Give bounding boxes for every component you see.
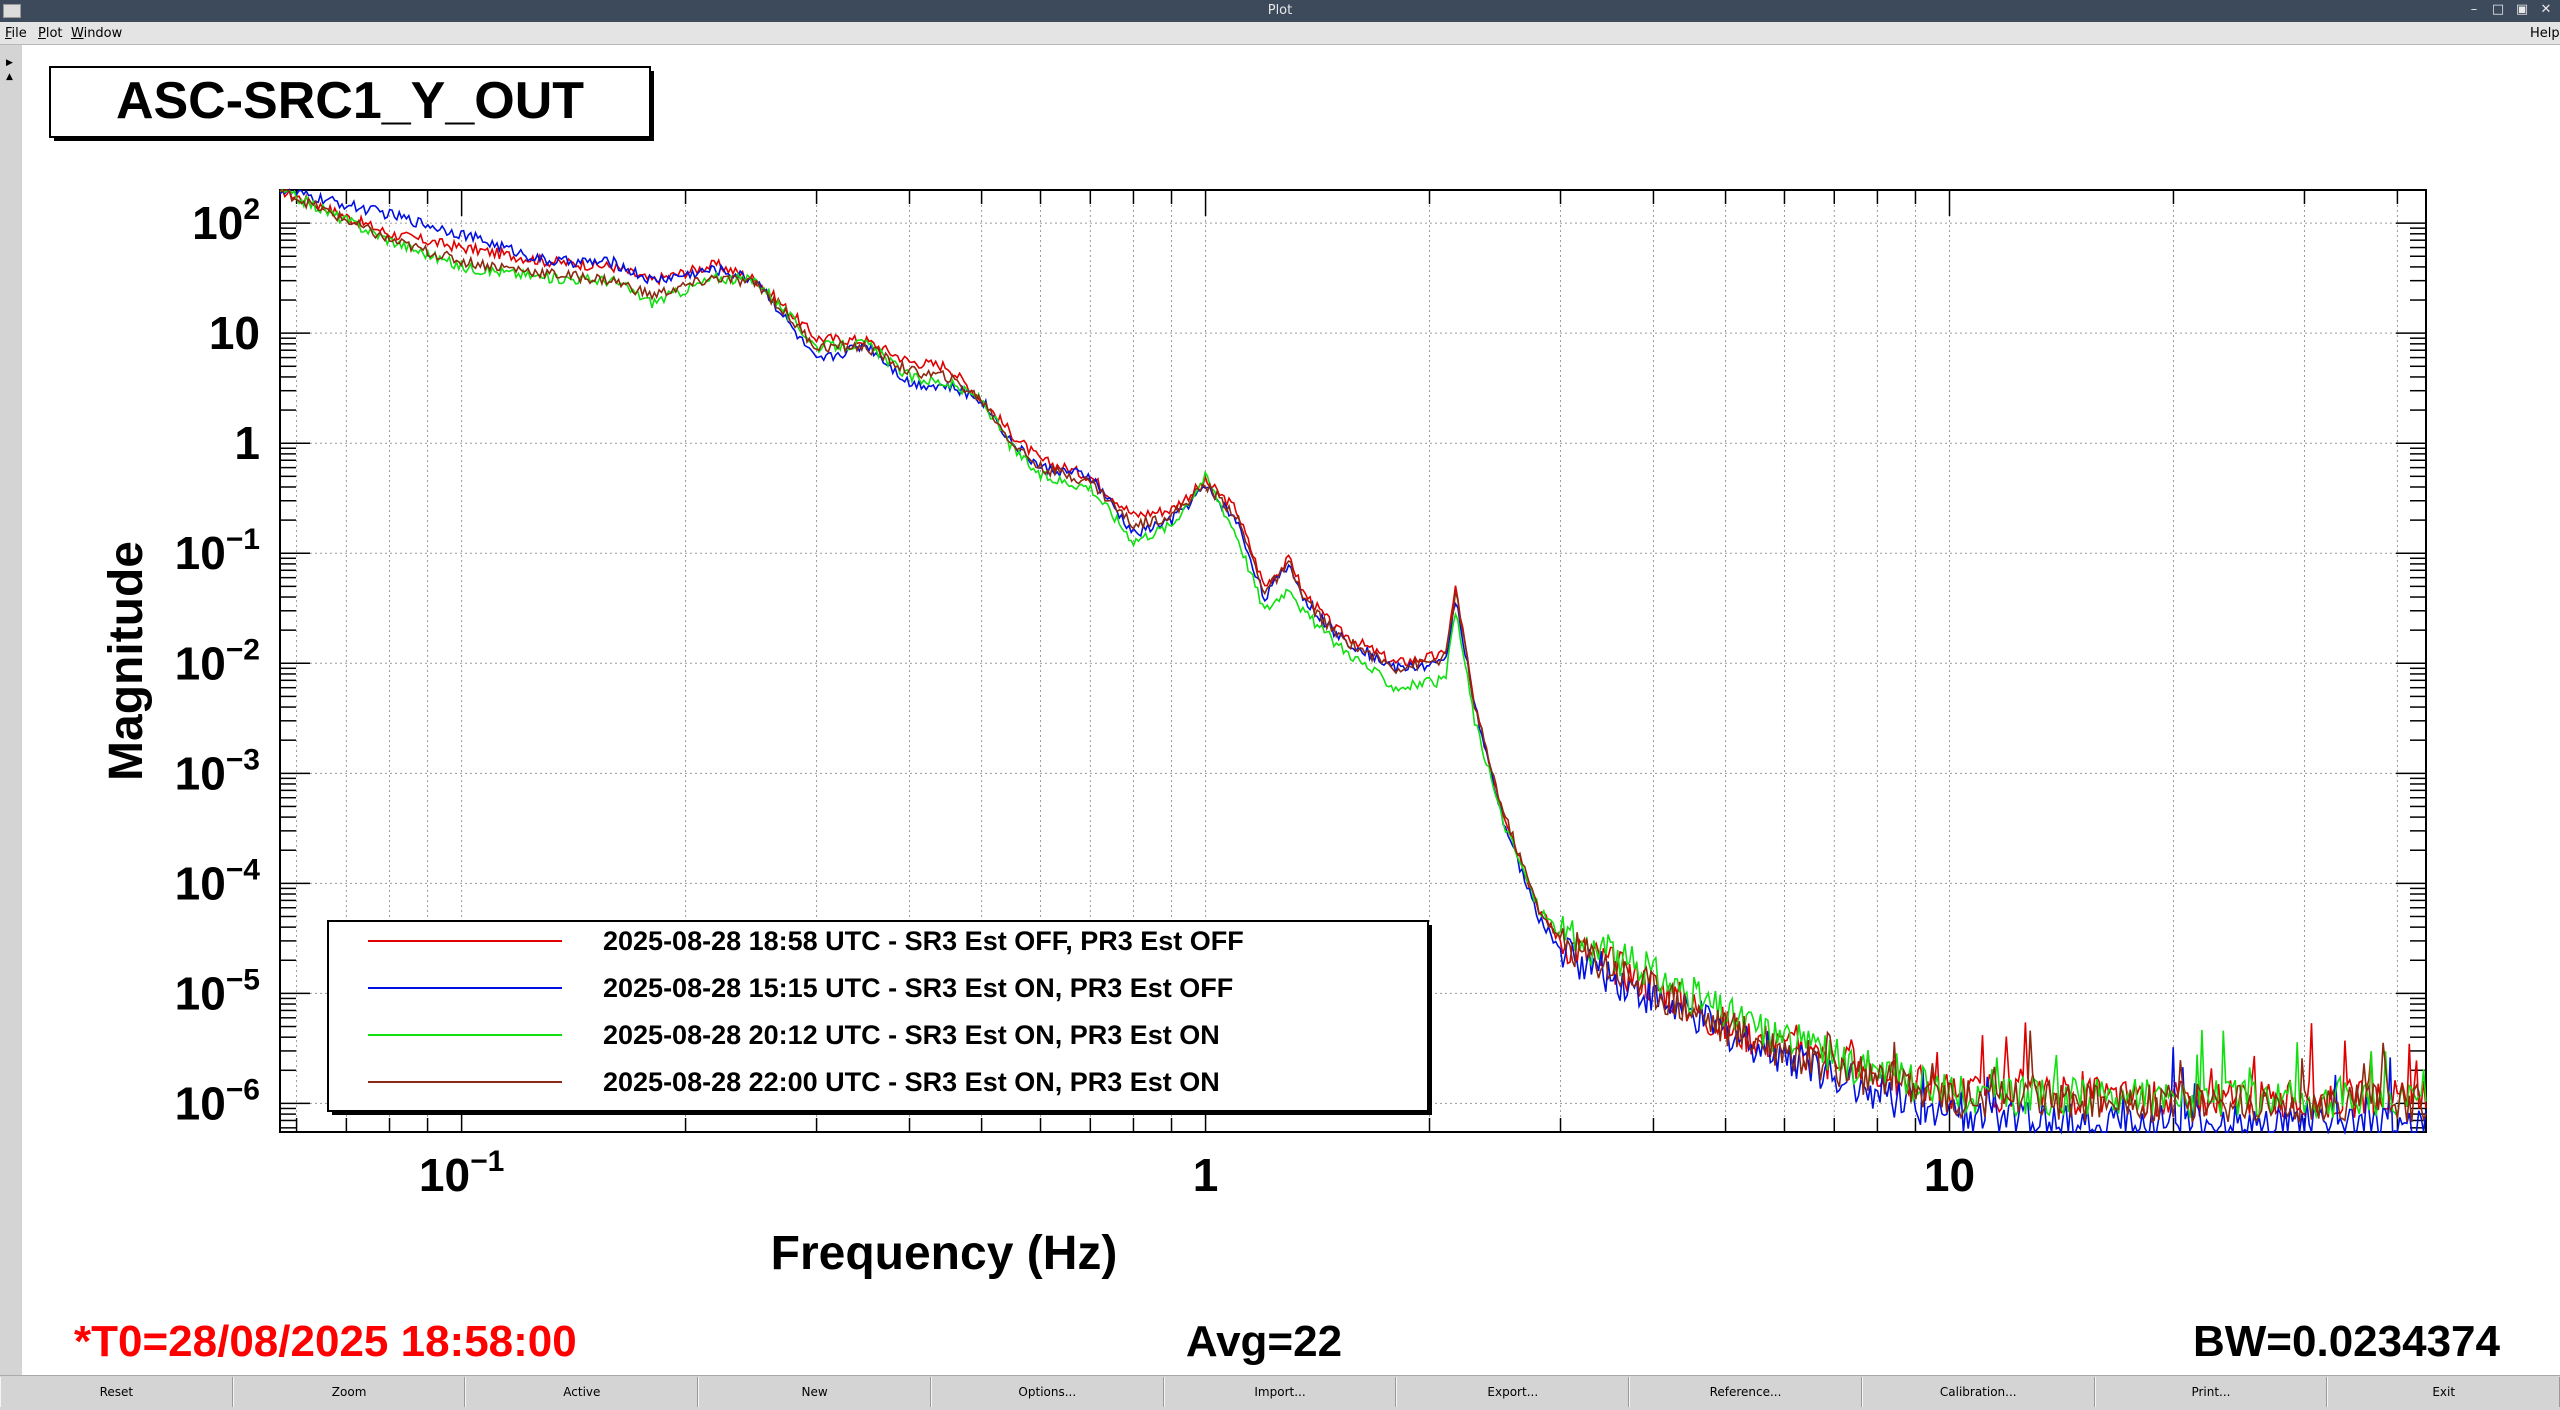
x-axis-label: Frequency (Hz) [771, 1227, 1118, 1280]
menu-file[interactable]: File [5, 26, 27, 41]
tick-label-exponent: −6 [226, 1073, 260, 1106]
zoom-button[interactable]: Zoom [232, 1377, 466, 1407]
tick-label: 1 [1193, 1149, 1219, 1201]
avg-count: Avg=22 [1186, 1317, 1342, 1366]
tick-label: 10−5 [175, 963, 260, 1019]
maximize-icon[interactable]: ▣ [2514, 2, 2530, 18]
side-toggle-strip: ▶ ▲ [0, 45, 23, 1375]
legend-label: 2025-08-28 20:12 UTC - SR3 Est ON, PR3 E… [603, 1020, 1220, 1050]
tick-label-exponent: −1 [226, 523, 260, 556]
window-title: Plot [1267, 3, 1293, 18]
legend-label: 2025-08-28 18:58 UTC - SR3 Est OFF, PR3 … [603, 926, 1244, 956]
arrow-right-icon[interactable]: ▶ [6, 57, 16, 69]
menu-help[interactable]: Help [2530, 26, 2560, 41]
tick-label-base: 10 [175, 967, 226, 1019]
options-button[interactable]: Options... [930, 1377, 1164, 1407]
tick-label: 10 [1924, 1149, 1975, 1201]
tick-label: 10−1 [419, 1145, 504, 1201]
print-button[interactable]: Print... [2094, 1377, 2328, 1407]
tick-label-base: 10 [175, 1077, 226, 1129]
tick-label: 10 [209, 307, 260, 359]
tick-label: 10−1 [175, 523, 260, 579]
reset-button[interactable]: Reset [0, 1377, 233, 1407]
tick-label: 102 [192, 193, 260, 249]
new-button[interactable]: New [698, 1377, 931, 1407]
y-axis-label: Magnitude [100, 541, 153, 781]
import-button[interactable]: Import... [1163, 1377, 1397, 1407]
calibration-button[interactable]: Calibration... [1861, 1377, 2095, 1407]
chart-svg[interactable]: ASC-SRC1_Y_OUT 10−1 1 10 10210110−110−210−… [22, 45, 2560, 1375]
tick-label-base: 10 [209, 307, 260, 359]
tick-label-exponent: −2 [226, 633, 260, 666]
tick-label: 10−3 [175, 743, 260, 799]
exit-button[interactable]: Exit [2327, 1377, 2560, 1407]
tick-label: 1 [234, 417, 260, 469]
t0-timestamp: *T0=28/08/2025 18:58:00 [74, 1317, 577, 1366]
tick-label-base: 1 [1193, 1149, 1219, 1201]
button-bar: Reset Zoom Active New Options... Import.… [0, 1375, 2560, 1410]
reference-button[interactable]: Reference... [1629, 1377, 1862, 1407]
tick-label-exponent: 2 [243, 193, 260, 226]
tick-label-exponent: −1 [470, 1145, 504, 1178]
legend-label: 2025-08-28 15:15 UTC - SR3 Est ON, PR3 E… [603, 973, 1233, 1003]
window-controls: – □ ▣ ✕ [2466, 2, 2554, 18]
legend[interactable]: 2025-08-28 18:58 UTC - SR3 Est OFF, PR3 … [327, 920, 1432, 1115]
tick-label-exponent: −4 [226, 853, 261, 886]
x-tick-labels: 10−1 1 10 [419, 1145, 1975, 1201]
tick-label-base: 1 [234, 417, 260, 469]
arrow-up-icon[interactable]: ▲ [6, 71, 16, 83]
tick-label-exponent: −5 [226, 963, 260, 996]
tick-label-base: 10 [175, 637, 226, 689]
tick-label-base: 10 [175, 857, 226, 909]
tick-label: 10−4 [175, 853, 261, 909]
restore-icon[interactable]: □ [2490, 2, 2506, 18]
legend-label: 2025-08-28 22:00 UTC - SR3 Est ON, PR3 E… [603, 1067, 1220, 1097]
tick-label-base: 10 [419, 1149, 470, 1201]
plot-title-box: ASC-SRC1_Y_OUT [49, 66, 654, 141]
bandwidth: BW=0.0234374 [2193, 1317, 2501, 1366]
tick-label: 10−6 [175, 1073, 260, 1129]
menu-plot[interactable]: Plot [38, 26, 63, 41]
close-icon[interactable]: ✕ [2538, 2, 2554, 18]
window-titlebar: Plot – □ ▣ ✕ [0, 0, 2560, 22]
export-button[interactable]: Export... [1396, 1377, 1630, 1407]
tick-label-exponent: −3 [226, 743, 260, 776]
tick-label-base: 10 [1924, 1149, 1975, 1201]
tick-label-base: 10 [192, 197, 243, 249]
tick-label-base: 10 [175, 527, 226, 579]
active-button[interactable]: Active [465, 1377, 699, 1407]
y-tick-labels: 10210110−110−210−310−410−510−6 [175, 193, 261, 1129]
tick-label-base: 10 [175, 747, 226, 799]
plot-canvas[interactable]: ASC-SRC1_Y_OUT 10−1 1 10 102 10 1 10−1 10−2 10−… [22, 45, 2560, 1375]
plot-title: ASC-SRC1_Y_OUT [116, 72, 584, 130]
tick-label: 10−2 [175, 633, 260, 689]
menu-window[interactable]: Window [71, 26, 122, 41]
menubar: File Plot Window Help [0, 22, 2560, 45]
minimize-icon[interactable]: – [2466, 2, 2482, 18]
